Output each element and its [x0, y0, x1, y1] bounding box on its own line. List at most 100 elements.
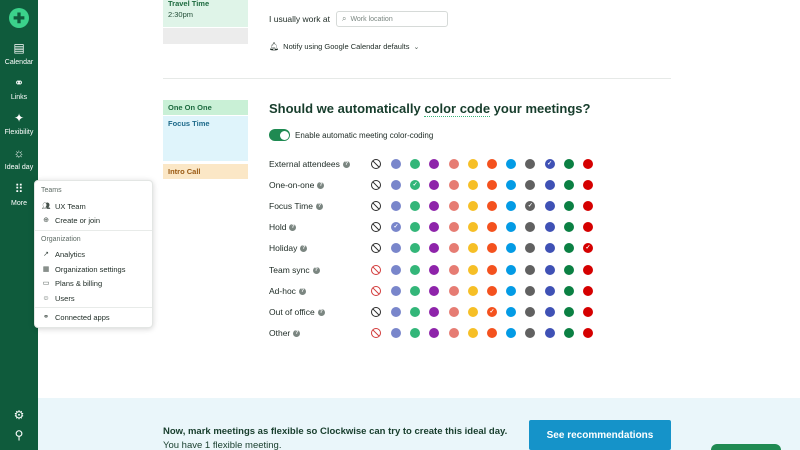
color-swatch[interactable]: [563, 243, 574, 253]
color-swatch[interactable]: [448, 201, 459, 211]
color-swatch[interactable]: [583, 307, 593, 317]
color-swatch[interactable]: [448, 265, 459, 275]
color-swatch[interactable]: [487, 328, 497, 338]
color-swatch[interactable]: [487, 222, 497, 232]
color-swatch[interactable]: [544, 243, 555, 253]
color-swatch[interactable]: [467, 159, 478, 169]
no-color-option[interactable]: [371, 265, 381, 275]
nav-links[interactable]: ⚭ Links: [0, 76, 38, 101]
color-swatch[interactable]: [391, 286, 401, 296]
color-swatch[interactable]: [410, 328, 421, 338]
color-swatch[interactable]: [391, 180, 401, 190]
color-swatch[interactable]: [410, 159, 421, 169]
color-swatch[interactable]: [487, 180, 497, 190]
nav-flexibility[interactable]: ✦ Flexibility: [0, 111, 38, 136]
color-swatch[interactable]: [429, 243, 440, 253]
color-swatch-selected[interactable]: ✓: [525, 201, 536, 211]
color-swatch[interactable]: [467, 265, 478, 275]
color-swatch[interactable]: [410, 307, 421, 317]
color-swatch[interactable]: [506, 328, 517, 338]
color-swatch[interactable]: [429, 307, 440, 317]
color-swatch[interactable]: [448, 307, 459, 317]
color-swatch[interactable]: [391, 201, 401, 211]
color-swatch[interactable]: [429, 180, 440, 190]
color-swatch[interactable]: [544, 201, 555, 211]
color-swatch[interactable]: [467, 180, 478, 190]
color-swatch[interactable]: [506, 201, 517, 211]
color-swatch[interactable]: [487, 201, 497, 211]
color-swatch-selected[interactable]: ✓: [410, 180, 421, 190]
color-swatch[interactable]: [525, 286, 536, 296]
color-swatch[interactable]: [467, 307, 478, 317]
no-color-option[interactable]: [371, 222, 381, 232]
color-swatch[interactable]: [487, 159, 497, 169]
notify-dropdown[interactable]: 🔔︎ Notify using Google Calendar defaults…: [269, 42, 419, 51]
help-icon[interactable]: ?: [317, 181, 325, 189]
color-swatch[interactable]: [429, 222, 440, 232]
help-icon[interactable]: ?: [289, 223, 297, 231]
color-swatch[interactable]: [583, 201, 593, 211]
color-swatch[interactable]: [506, 265, 517, 275]
color-swatch[interactable]: [487, 243, 497, 253]
color-swatch[interactable]: [448, 286, 459, 296]
color-swatch[interactable]: [506, 180, 517, 190]
color-swatch[interactable]: [410, 243, 421, 253]
color-swatch[interactable]: [429, 328, 440, 338]
color-swatch[interactable]: [583, 265, 593, 275]
menu-item-ux-team[interactable]: 👥︎ UX Team: [41, 200, 86, 212]
no-color-option[interactable]: [371, 307, 381, 317]
help-icon[interactable]: ?: [293, 329, 301, 337]
color-swatch[interactable]: [410, 286, 421, 296]
color-swatch[interactable]: [467, 222, 478, 232]
menu-item-connected-apps[interactable]: ⚭ Connected apps: [41, 311, 110, 323]
nav-ideal-day[interactable]: ☼ Ideal day: [0, 146, 38, 171]
color-swatch[interactable]: [391, 159, 401, 169]
color-swatch[interactable]: [544, 222, 555, 232]
color-swatch[interactable]: [410, 201, 421, 211]
color-swatch[interactable]: [583, 328, 593, 338]
color-swatch-selected[interactable]: ✓: [487, 307, 497, 317]
color-swatch[interactable]: [525, 222, 536, 232]
nav-more[interactable]: ⠿ More: [0, 182, 38, 207]
see-recommendations-button[interactable]: See recommendations: [529, 420, 671, 450]
help-icon[interactable]: ?: [342, 160, 350, 168]
no-color-option[interactable]: [371, 243, 381, 253]
color-swatch[interactable]: [448, 243, 459, 253]
color-swatch[interactable]: [391, 307, 401, 317]
no-color-option[interactable]: [371, 286, 381, 296]
color-swatch[interactable]: [544, 286, 555, 296]
color-swatch[interactable]: [467, 243, 478, 253]
color-swatch[interactable]: [525, 159, 536, 169]
help-icon[interactable]: ?: [300, 244, 308, 252]
color-swatch[interactable]: [506, 222, 517, 232]
color-coding-toggle[interactable]: [269, 129, 290, 141]
color-swatch[interactable]: [563, 180, 574, 190]
no-color-option[interactable]: [371, 180, 381, 190]
no-color-option[interactable]: [371, 328, 381, 338]
color-swatch[interactable]: [391, 328, 401, 338]
color-swatch[interactable]: [429, 265, 440, 275]
color-swatch[interactable]: [448, 159, 459, 169]
color-swatch[interactable]: [467, 201, 478, 211]
color-swatch[interactable]: [563, 159, 574, 169]
color-swatch[interactable]: [506, 159, 517, 169]
color-swatch[interactable]: [410, 265, 421, 275]
color-swatch[interactable]: [467, 328, 478, 338]
help-icon[interactable]: ?: [298, 287, 306, 295]
help-icon[interactable]: ?: [315, 202, 323, 210]
color-swatch[interactable]: [487, 286, 497, 296]
work-location-input[interactable]: ⌕ Work location: [335, 11, 448, 27]
color-swatch[interactable]: [429, 286, 440, 296]
color-swatch[interactable]: [563, 286, 574, 296]
color-swatch[interactable]: [487, 265, 497, 275]
color-swatch-selected[interactable]: ✓: [583, 243, 593, 253]
color-swatch[interactable]: [563, 201, 574, 211]
color-swatch[interactable]: [525, 243, 536, 253]
color-swatch[interactable]: [583, 159, 593, 169]
color-swatch[interactable]: [525, 265, 536, 275]
add-user-icon[interactable]: ⚲: [0, 428, 38, 442]
color-swatch[interactable]: [410, 222, 421, 232]
color-swatch[interactable]: [506, 243, 517, 253]
color-swatch[interactable]: [525, 180, 536, 190]
color-swatch[interactable]: [429, 201, 440, 211]
